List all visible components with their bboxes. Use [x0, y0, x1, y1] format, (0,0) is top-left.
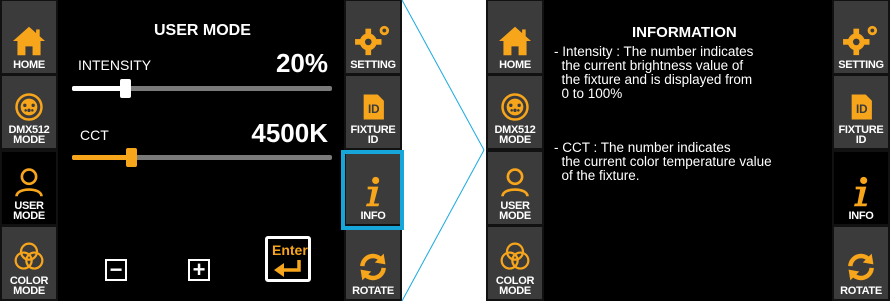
color-circles-icon — [499, 241, 531, 273]
left-nav-bar: HOME DMX512 MODE USER MODE COLOR MODE — [0, 0, 58, 301]
rotate-icon — [357, 251, 389, 283]
intensity-slider-fill — [72, 86, 124, 91]
enter-label: Enter — [272, 242, 308, 258]
home-label: HOME — [499, 59, 531, 71]
rotate-icon — [845, 251, 877, 283]
user-mode-button[interactable]: USER MODE — [488, 152, 542, 224]
id-card-icon — [847, 92, 875, 122]
cct-label: CCT — [80, 127, 109, 143]
intensity-description: - Intensity : The number indicates the c… — [554, 45, 754, 101]
intensity-label: INTENSITY — [78, 57, 152, 73]
user-mode-label: USER MODE — [13, 200, 45, 222]
home-label: HOME — [13, 59, 45, 71]
info-left-nav-bar: HOME DMX512 MODE USER MODE COLOR MODE — [486, 0, 544, 301]
home-button[interactable]: HOME — [2, 1, 56, 73]
fixture-id-label: FIXTURE ID — [838, 124, 884, 146]
gear-icon — [842, 23, 880, 57]
fixture-id-button[interactable]: FIXTURE ID — [346, 76, 400, 148]
fixture-id-button[interactable]: FIXTURE ID — [834, 76, 888, 148]
dmx512-mode-button[interactable]: DMX512 MODE — [488, 76, 542, 148]
dmx512-mode-label: DMX512 MODE — [8, 124, 50, 146]
info-label: INFO — [848, 210, 874, 222]
color-mode-button[interactable]: COLOR MODE — [488, 227, 542, 299]
color-mode-button[interactable]: COLOR MODE — [2, 227, 56, 299]
cct-value: 4500K — [251, 118, 328, 148]
gear-icon — [354, 23, 392, 57]
setting-button[interactable]: SETTING — [346, 1, 400, 73]
dmx-connector-icon — [500, 92, 530, 122]
setting-button[interactable]: SETTING — [834, 1, 888, 73]
color-mode-label: COLOR MODE — [495, 275, 535, 297]
enter-button[interactable]: Enter — [265, 236, 311, 282]
cct-slider-handle[interactable] — [126, 148, 137, 167]
user-icon — [499, 166, 531, 198]
dmx-connector-icon — [14, 92, 44, 122]
cct-slider[interactable] — [72, 148, 332, 167]
rotate-button[interactable]: ROTATE — [834, 227, 888, 299]
rotate-label: ROTATE — [352, 285, 394, 297]
info-title: INFORMATION — [632, 24, 737, 41]
info-right-nav-bar: SETTING FIXTURE ID INFO ROTATE — [832, 0, 890, 301]
intensity-slider-handle[interactable] — [120, 79, 131, 98]
user-mode-button[interactable]: USER MODE — [2, 152, 56, 224]
setting-label: SETTING — [838, 59, 884, 71]
home-icon — [11, 25, 47, 57]
fixture-id-label: FIXTURE ID — [350, 124, 396, 146]
cct-description: - CCT : The number indicates the current… — [554, 140, 772, 183]
screen-title: USER MODE — [154, 22, 251, 39]
enter-arrow-icon — [274, 260, 301, 277]
home-button[interactable]: HOME — [488, 1, 542, 73]
dmx512-mode-button[interactable]: DMX512 MODE — [2, 76, 56, 148]
color-circles-icon — [13, 241, 45, 273]
color-mode-label: COLOR MODE — [9, 275, 49, 297]
minus-button[interactable]: − — [105, 259, 127, 281]
information-screen: HOME DMX512 MODE USER MODE COLOR MODE IN… — [486, 0, 890, 301]
rotate-label: ROTATE — [840, 285, 882, 297]
dmx512-mode-label: DMX512 MODE — [494, 124, 536, 146]
setting-label: SETTING — [350, 59, 396, 71]
info-icon — [845, 176, 877, 208]
intensity-value: 20% — [275, 48, 328, 78]
cct-slider-fill — [72, 155, 130, 160]
plus-button[interactable]: + — [188, 259, 210, 281]
user-mode-label: USER MODE — [499, 200, 531, 222]
rotate-button[interactable]: ROTATE — [346, 227, 400, 299]
home-icon — [497, 25, 533, 57]
info-button-highlight — [341, 150, 404, 230]
id-card-icon — [359, 92, 387, 122]
info-button[interactable]: INFO — [834, 152, 888, 224]
intensity-slider[interactable] — [72, 79, 332, 98]
user-icon — [13, 166, 45, 198]
